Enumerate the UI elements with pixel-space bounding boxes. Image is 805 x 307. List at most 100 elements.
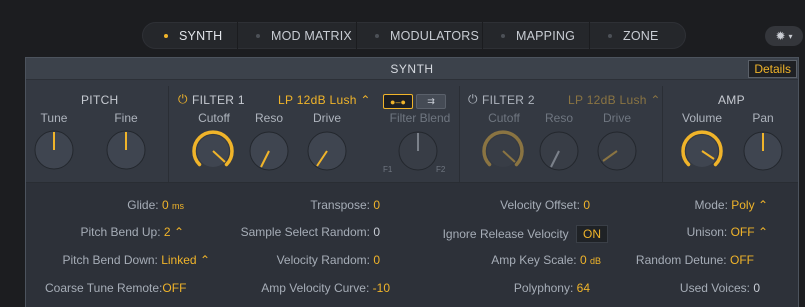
volume-knob[interactable] (679, 128, 725, 174)
pitch-bend-up-value: 2 (163, 225, 171, 239)
dot-icon (375, 33, 379, 38)
filter1-drive-knob[interactable] (307, 131, 347, 171)
coarse-tune-remote-param[interactable]: Coarse Tune Remote:OFF (45, 281, 186, 295)
polyphony-label: Polyphony: (513, 281, 574, 295)
synth-panel: SYNTH Details PITCH Tune Fine ⏻ FILTER 1… (25, 57, 799, 307)
random-detune-label: Random Detune: (635, 253, 727, 267)
pitch-bend-up-label: Pitch Bend Up: (80, 225, 161, 239)
ignore-release-velocity-toggle[interactable]: ON (576, 225, 608, 243)
filter1-type-value: LP 12dB Lush (278, 93, 357, 107)
filter2-reso-knob[interactable] (539, 131, 579, 171)
filter2-cutoff-knob[interactable] (480, 128, 526, 174)
tab-synth[interactable]: SYNTH (142, 22, 237, 49)
glide-value: 0 (161, 198, 169, 212)
ignore-release-velocity-label: Ignore Release Velocity (442, 227, 569, 241)
synth-controls: PITCH Tune Fine ⏻ FILTER 1 LP 12dB Lush … (26, 80, 798, 183)
mode-param[interactable]: Mode: Poly ⌃ (695, 198, 768, 212)
velocity-random-param[interactable]: Velocity Random: 0 (277, 253, 380, 267)
fine-label: Fine (114, 111, 138, 125)
filter2-drive-knob[interactable] (597, 131, 637, 171)
pan-label: Pan (752, 111, 774, 125)
glide-label: Glide: (127, 198, 159, 212)
sample-select-random-param[interactable]: Sample Select Random: 0 (241, 225, 380, 239)
filter1-drive-label: Drive (312, 111, 341, 125)
pitch-bend-down-param[interactable]: Pitch Bend Down: Linked ⌃ (62, 253, 210, 267)
filter2-type-select[interactable]: LP 12dB Lush ⌃ (568, 93, 661, 107)
ignore-release-velocity-param: Ignore Release Velocity ON (443, 225, 608, 243)
parallel-routing-button[interactable]: ⇉ (416, 94, 446, 109)
used-voices-label: Used Voices: (679, 281, 750, 295)
polyphony-value: 64 (576, 281, 590, 295)
filter2-title: FILTER 2 (482, 93, 535, 107)
filter-blend-f1-label: F1 (383, 165, 393, 174)
dot-icon (501, 33, 505, 38)
dot-icon (608, 33, 612, 38)
filter2-power-icon[interactable]: ⏻ (468, 92, 478, 107)
filter1-power-icon[interactable]: ⏻ (178, 92, 188, 107)
mode-label: Mode: (694, 198, 728, 212)
volume-label: Volume (681, 111, 723, 125)
transpose-param[interactable]: Transpose: 0 (310, 198, 380, 212)
velocity-random-label: Velocity Random: (276, 253, 370, 267)
amp-key-scale-param[interactable]: Amp Key Scale: 0 dB (491, 253, 601, 267)
serial-routing-icon: ●–● (390, 96, 406, 107)
updown-chevron-icon: ⌃ (356, 93, 371, 107)
velocity-offset-value: 0 (583, 198, 590, 212)
pan-knob[interactable] (743, 131, 783, 171)
tab-mod-matrix[interactable]: MOD MATRIX (238, 22, 356, 49)
filter-blend-label: Filter Blend (389, 111, 451, 125)
panel-title: SYNTH (390, 61, 434, 76)
updown-chevron-icon: ⌃ (757, 198, 768, 212)
filter1-type-select[interactable]: LP 12dB Lush ⌃ (278, 93, 371, 107)
amp-key-scale-value: 0 (579, 253, 587, 267)
coarse-tune-remote-label: Coarse Tune Remote: (45, 281, 163, 295)
tab-label: SYNTH (179, 28, 223, 43)
random-detune-param[interactable]: Random Detune: OFF (636, 253, 754, 267)
filter1-reso-knob[interactable] (249, 131, 289, 171)
updown-chevron-icon: ⌃ (646, 93, 661, 107)
coarse-tune-remote-value: OFF (162, 281, 187, 295)
transpose-value: 0 (373, 198, 380, 212)
active-dot-icon (164, 33, 168, 38)
updown-chevron-icon: ⌃ (757, 225, 768, 239)
parameters-area: Glide: 0 ms Transpose: 0 Velocity Offset… (26, 183, 798, 307)
glide-unit: ms (172, 201, 184, 211)
tab-bar: SYNTH MOD MATRIX MODULATORS MAPPING ZONE (142, 22, 686, 49)
pitch-bend-down-value: Linked (161, 253, 197, 267)
parallel-routing-icon: ⇉ (427, 96, 435, 106)
dot-icon (256, 33, 260, 38)
random-detune-value: OFF (730, 253, 754, 267)
serial-routing-button[interactable]: ●–● (383, 94, 413, 109)
mode-value: Poly (731, 198, 755, 212)
pitch-bend-up-param[interactable]: Pitch Bend Up: 2 ⌃ (81, 225, 184, 239)
filter1-cutoff-knob[interactable] (190, 128, 236, 174)
tune-label: Tune (40, 111, 68, 125)
filter-blend-knob[interactable] (398, 131, 438, 171)
unison-label: Unison: (686, 225, 728, 239)
unison-param[interactable]: Unison: OFF ⌃ (687, 225, 768, 239)
velocity-offset-param[interactable]: Velocity Offset: 0 (500, 198, 590, 212)
details-button[interactable]: Details (748, 60, 797, 78)
amp-velocity-curve-param[interactable]: Amp Velocity Curve: -10 (261, 281, 390, 295)
velocity-offset-label: Velocity Offset: (500, 198, 580, 212)
tab-mapping[interactable]: MAPPING (483, 22, 589, 49)
tab-zone[interactable]: ZONE (590, 22, 685, 49)
filter2-reso-label: Reso (544, 111, 573, 125)
chevron-down-icon: ▾ (788, 31, 793, 41)
fine-knob[interactable] (106, 130, 146, 170)
pitch-title: PITCH (81, 93, 119, 107)
amp-velocity-curve-value: -10 (372, 281, 390, 295)
tab-modulators[interactable]: MODULATORS (357, 22, 482, 49)
polyphony-param[interactable]: Polyphony: 64 (514, 281, 590, 295)
settings-menu-button[interactable]: ✹ ▾ (765, 26, 803, 46)
filter-blend-f2-label: F2 (436, 165, 446, 174)
glide-param[interactable]: Glide: 0 ms (127, 198, 184, 212)
filter2-type-value: LP 12dB Lush (568, 93, 647, 107)
tab-label: MAPPING (516, 28, 576, 43)
updown-chevron-icon: ⌃ (199, 253, 210, 267)
pitch-bend-down-label: Pitch Bend Down: (62, 253, 158, 267)
tab-label: ZONE (623, 28, 659, 43)
sample-select-random-label: Sample Select Random: (240, 225, 370, 239)
tune-knob[interactable] (34, 130, 74, 170)
filter2-cutoff-label: Cutoff (488, 111, 520, 125)
